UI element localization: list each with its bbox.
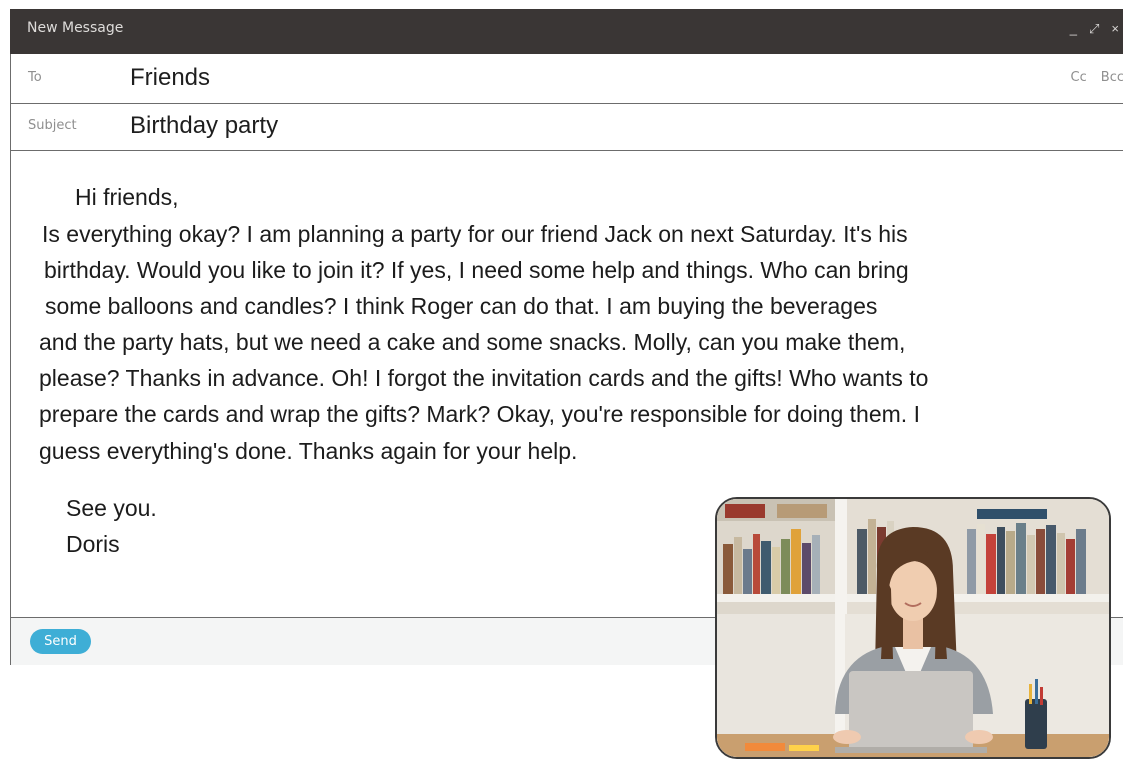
body-line: some balloons and candles? I think Roger… xyxy=(45,293,878,319)
body-line: and the party hats, but we need a cake a… xyxy=(39,329,906,355)
body-greeting: Hi friends, xyxy=(75,184,179,210)
body-line: birthday. Would you like to join it? If … xyxy=(44,257,909,283)
to-field[interactable]: To Friends Cc Bcc xyxy=(10,54,1123,104)
body-line: guess everything's done. Thanks again fo… xyxy=(39,438,578,464)
cc-link[interactable]: Cc xyxy=(1071,70,1087,85)
bcc-link[interactable]: Bcc xyxy=(1101,70,1123,85)
window-controls: _ ⤢ × xyxy=(1070,21,1119,37)
to-input[interactable]: Friends xyxy=(130,64,210,92)
woman-at-laptop-photo xyxy=(715,497,1111,759)
subject-label: Subject xyxy=(28,118,77,133)
window-title: New Message xyxy=(27,20,124,36)
to-label: To xyxy=(28,70,42,85)
expand-icon[interactable]: ⤢ xyxy=(1089,21,1099,37)
send-button[interactable]: Send xyxy=(30,629,91,654)
close-icon[interactable]: × xyxy=(1111,21,1119,37)
minimize-icon[interactable]: _ xyxy=(1070,21,1077,37)
body-line: prepare the cards and wrap the gifts? Ma… xyxy=(39,401,920,427)
title-bar: New Message _ ⤢ × xyxy=(10,9,1123,54)
body-line: Is everything okay? I am planning a part… xyxy=(42,221,908,247)
cc-bcc-links: Cc Bcc xyxy=(1071,70,1123,85)
body-closing: See you. xyxy=(66,495,157,521)
body-line: please? Thanks in advance. Oh! I forgot … xyxy=(39,365,929,391)
subject-input[interactable]: Birthday party xyxy=(130,112,278,140)
subject-field[interactable]: Subject Birthday party xyxy=(10,104,1123,151)
body-signature: Doris xyxy=(66,531,120,557)
